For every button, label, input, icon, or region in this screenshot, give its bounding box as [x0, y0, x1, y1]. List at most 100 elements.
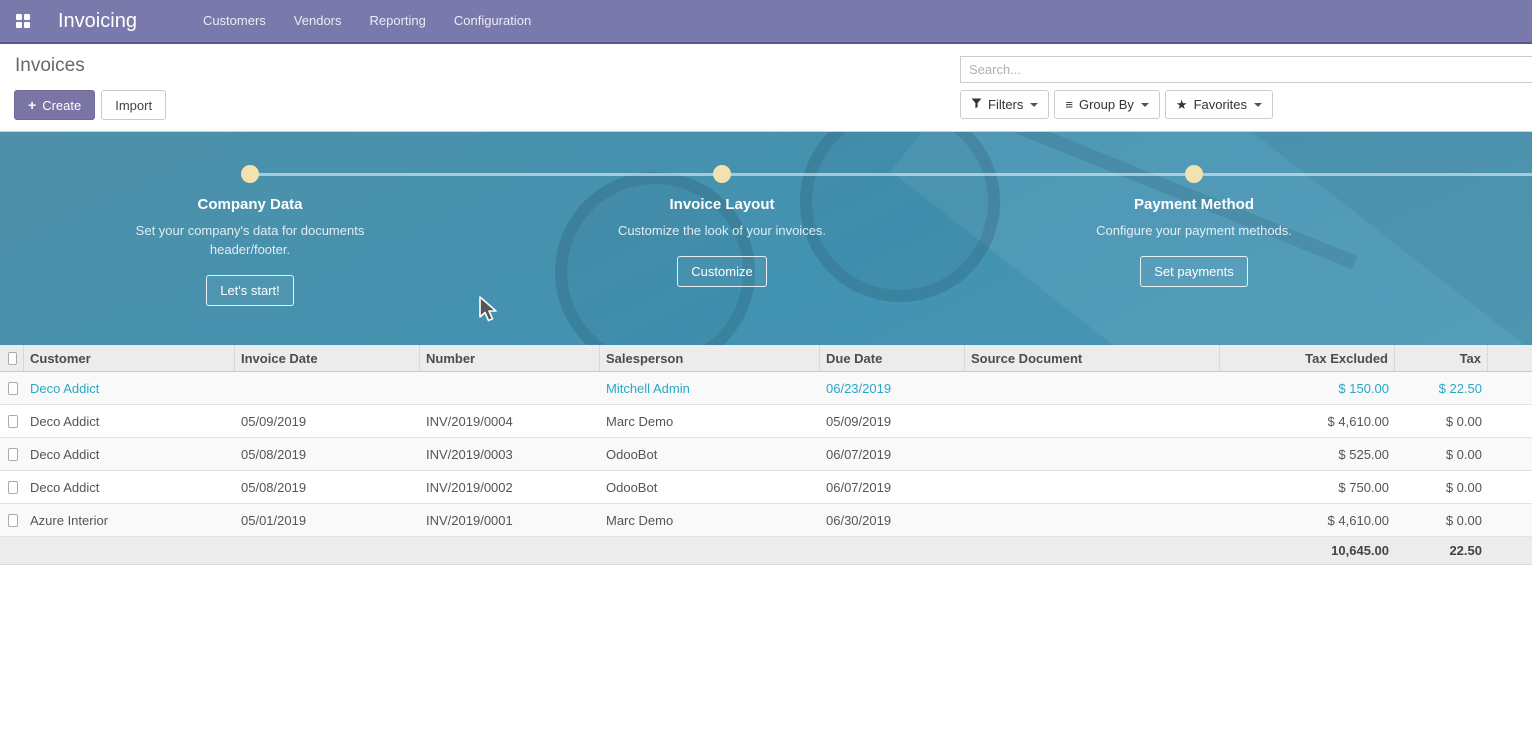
plus-icon: +: [28, 97, 36, 113]
main-menu: Customers Vendors Reporting Configuratio…: [189, 0, 545, 42]
select-all-checkbox[interactable]: [8, 352, 17, 365]
apps-menu-icon[interactable]: [10, 8, 36, 34]
cell-number: INV/2019/0001: [420, 513, 600, 528]
header-salesperson[interactable]: Salesperson: [600, 345, 820, 371]
chevron-down-icon: [1254, 103, 1262, 107]
grid-icon: [16, 14, 30, 28]
list-header-row: Customer Invoice Date Number Salesperson…: [0, 345, 1532, 372]
cell-tax-excluded: $ 750.00: [1220, 480, 1395, 495]
search-box: [960, 56, 1532, 83]
cell-tax: $ 22.50: [1395, 381, 1488, 396]
onboarding-step-invoice-layout: Invoice Layout Customize the look of you…: [552, 196, 892, 287]
import-button[interactable]: Import: [101, 90, 166, 120]
table-row[interactable]: Deco Addict 05/09/2019 INV/2019/0004 Mar…: [0, 405, 1532, 438]
cell-due-date: 06/07/2019: [820, 447, 965, 462]
step-dot: [1185, 165, 1203, 183]
create-button-label: Create: [42, 98, 81, 113]
step-dot: [713, 165, 731, 183]
create-button[interactable]: + Create: [14, 90, 95, 120]
row-checkbox[interactable]: [8, 448, 18, 461]
header-tax-excluded[interactable]: Tax Excluded: [1220, 345, 1395, 371]
header-due-date[interactable]: Due Date: [820, 345, 965, 371]
cell-customer: Deco Addict: [24, 447, 235, 462]
favorites-button[interactable]: ★ Favorites: [1165, 90, 1273, 119]
header-spacer: [1488, 345, 1532, 371]
table-row[interactable]: Deco Addict Mitchell Admin 06/23/2019 $ …: [0, 372, 1532, 405]
import-button-label: Import: [115, 98, 152, 113]
list-footer-row: 10,645.00 22.50: [0, 537, 1532, 565]
filters-button[interactable]: Filters: [960, 90, 1049, 119]
cell-number: INV/2019/0004: [420, 414, 600, 429]
app-brand[interactable]: Invoicing: [58, 10, 137, 33]
select-all-cell: [0, 345, 24, 371]
cell-tax: $ 0.00: [1395, 447, 1488, 462]
cell-customer: Deco Addict: [24, 480, 235, 495]
cell-tax: $ 0.00: [1395, 513, 1488, 528]
table-row[interactable]: Deco Addict 05/08/2019 INV/2019/0003 Odo…: [0, 438, 1532, 471]
cell-due-date: 06/23/2019: [820, 381, 965, 396]
step-description: Customize the look of your invoices.: [597, 221, 847, 240]
cell-invoice-date: 05/08/2019: [235, 480, 420, 495]
filter-funnel-icon: [971, 97, 982, 112]
cell-salesperson: Marc Demo: [600, 513, 820, 528]
group-by-button[interactable]: ≡ Group By: [1054, 90, 1160, 119]
row-checkbox[interactable]: [8, 415, 18, 428]
onboarding-step-company-data: Company Data Set your company's data for…: [80, 196, 420, 306]
cell-tax-excluded: $ 150.00: [1220, 381, 1395, 396]
table-row[interactable]: Azure Interior 05/01/2019 INV/2019/0001 …: [0, 504, 1532, 537]
row-checkbox[interactable]: [8, 481, 18, 494]
cell-invoice-date: 05/08/2019: [235, 447, 420, 462]
header-tax[interactable]: Tax: [1395, 345, 1488, 371]
cell-customer: Deco Addict: [24, 414, 235, 429]
total-tax: 22.50: [1395, 543, 1488, 558]
cell-due-date: 06/30/2019: [820, 513, 965, 528]
cell-tax-excluded: $ 4,610.00: [1220, 513, 1395, 528]
cell-salesperson: OdooBot: [600, 480, 820, 495]
cell-number: INV/2019/0002: [420, 480, 600, 495]
set-payments-button[interactable]: Set payments: [1140, 256, 1248, 287]
table-row[interactable]: Deco Addict 05/08/2019 INV/2019/0002 Odo…: [0, 471, 1532, 504]
total-tax-excluded: 10,645.00: [1220, 543, 1395, 558]
group-by-label: Group By: [1079, 97, 1134, 112]
invoice-list: Customer Invoice Date Number Salesperson…: [0, 345, 1532, 565]
menu-configuration[interactable]: Configuration: [440, 0, 545, 42]
chevron-down-icon: [1030, 103, 1038, 107]
cell-salesperson: Marc Demo: [600, 414, 820, 429]
cell-invoice-date: 05/09/2019: [235, 414, 420, 429]
action-buttons: + Create Import: [14, 90, 166, 120]
menu-customers[interactable]: Customers: [189, 0, 280, 42]
step-title: Company Data: [80, 196, 420, 213]
customize-button[interactable]: Customize: [677, 256, 766, 287]
header-source-document[interactable]: Source Document: [965, 345, 1220, 371]
menu-reporting[interactable]: Reporting: [356, 0, 440, 42]
header-invoice-date[interactable]: Invoice Date: [235, 345, 420, 371]
onboarding-progress-line: [250, 173, 1532, 176]
cell-number: INV/2019/0003: [420, 447, 600, 462]
step-title: Payment Method: [1024, 196, 1364, 213]
favorites-label: Favorites: [1194, 97, 1247, 112]
cell-salesperson: OdooBot: [600, 447, 820, 462]
cell-invoice-date: 05/01/2019: [235, 513, 420, 528]
cell-due-date: 06/07/2019: [820, 480, 965, 495]
list-body: Deco Addict Mitchell Admin 06/23/2019 $ …: [0, 372, 1532, 537]
row-checkbox[interactable]: [8, 514, 18, 527]
header-customer[interactable]: Customer: [24, 345, 235, 371]
cell-customer: Deco Addict: [24, 381, 235, 396]
page-title: Invoices: [15, 55, 85, 77]
star-icon: ★: [1176, 97, 1188, 113]
row-checkbox[interactable]: [8, 382, 18, 395]
header-number[interactable]: Number: [420, 345, 600, 371]
top-navbar: Invoicing Customers Vendors Reporting Co…: [0, 0, 1532, 44]
menu-vendors[interactable]: Vendors: [280, 0, 356, 42]
search-input[interactable]: [961, 57, 1532, 82]
step-dot: [241, 165, 259, 183]
step-title: Invoice Layout: [552, 196, 892, 213]
group-by-lines-icon: ≡: [1065, 97, 1073, 112]
control-panel: Invoices + Create Import Filters ≡ Group…: [0, 44, 1532, 131]
lets-start-button[interactable]: Let's start!: [206, 275, 294, 306]
search-options: Filters ≡ Group By ★ Favorites: [960, 90, 1278, 119]
cell-tax-excluded: $ 4,610.00: [1220, 414, 1395, 429]
cell-tax: $ 0.00: [1395, 480, 1488, 495]
step-description: Configure your payment methods.: [1069, 221, 1319, 240]
cell-tax-excluded: $ 525.00: [1220, 447, 1395, 462]
